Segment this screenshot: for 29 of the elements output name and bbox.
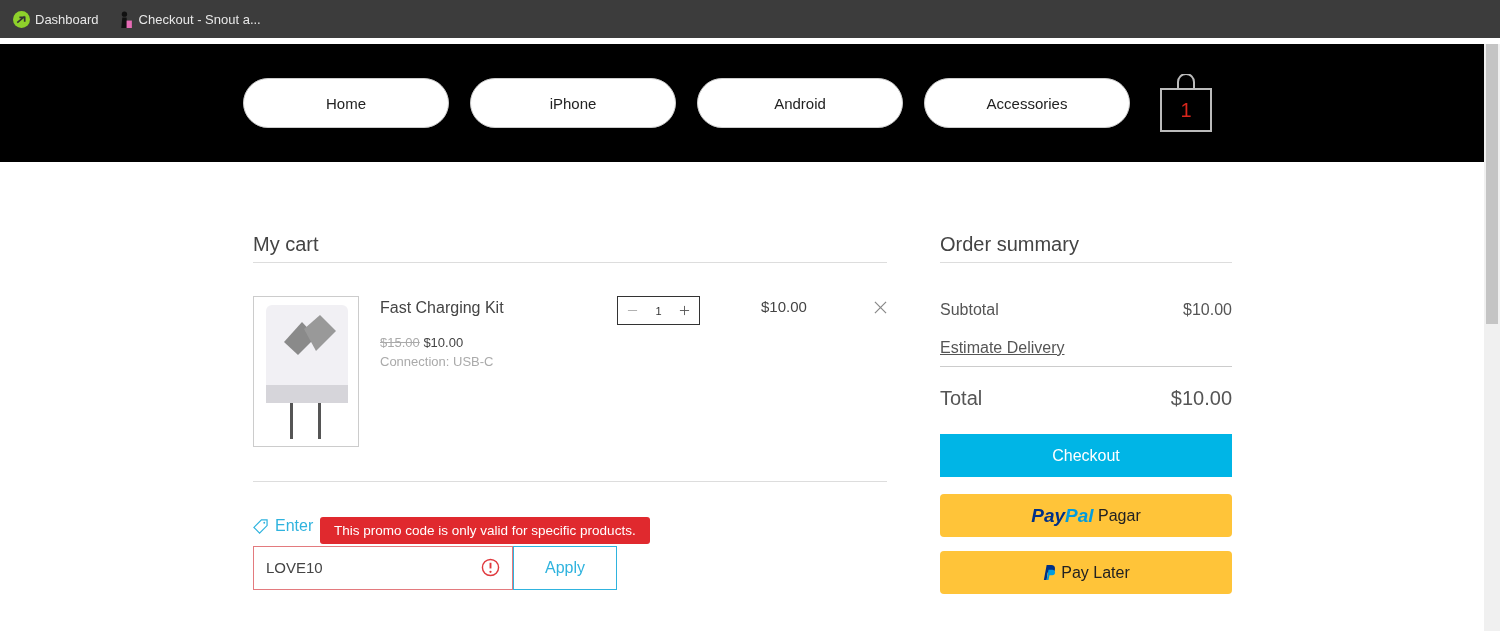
close-icon[interactable] — [874, 301, 887, 314]
nav-button[interactable]: Accessories — [924, 78, 1130, 128]
sale-price: $10.00 — [423, 335, 464, 350]
quantity-stepper[interactable]: 1 — [617, 296, 700, 325]
order-summary-title: Order summary — [940, 232, 1080, 257]
scrollbar[interactable] — [1484, 44, 1500, 631]
bookmark[interactable]: Checkout - Snout a... — [116, 10, 261, 28]
original-price: $15.00 — [380, 335, 420, 350]
product-option: Connection: USB-C — [380, 354, 617, 369]
cart-title: My cart — [253, 232, 320, 257]
nav-button[interactable]: Home — [243, 78, 449, 128]
paypal-button[interactable]: PayPal Pagar — [940, 494, 1232, 537]
nav-button[interactable]: Android — [697, 78, 903, 128]
total-value: $10.00 — [1170, 387, 1232, 410]
error-icon — [481, 557, 500, 577]
plus-icon[interactable] — [679, 305, 691, 316]
error-tooltip: This promo code is only valid for specific products. — [320, 516, 650, 544]
subtotal-label: Subtotal — [940, 301, 999, 319]
bookmark[interactable]: Dashboard — [13, 10, 99, 28]
subtotal-value: $10.00 — [1183, 301, 1232, 319]
nav-button[interactable]: iPhone — [470, 78, 676, 128]
estimate-delivery-link[interactable]: Estimate Delivery — [940, 339, 1232, 358]
paypal-logo-icon — [1042, 564, 1056, 581]
promo-code-field[interactable]: LOVE10 — [253, 545, 513, 590]
tag-icon — [253, 518, 268, 534]
line-total: $10.00 — [761, 298, 807, 317]
product-name: Fast Charging Kit — [380, 299, 505, 317]
total-label: Total — [940, 387, 983, 410]
pay-later-button[interactable]: Pay Later — [940, 551, 1232, 594]
